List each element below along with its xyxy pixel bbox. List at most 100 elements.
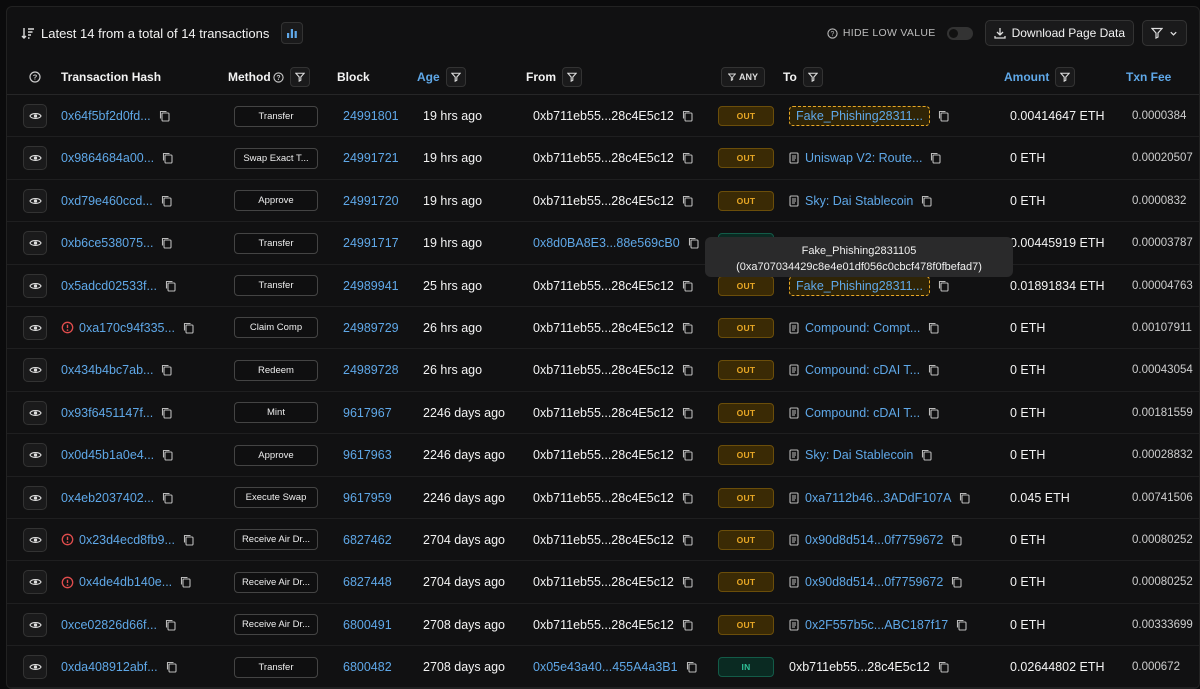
block-link[interactable]: 24991801 [343,109,399,123]
copy-icon[interactable] [951,576,962,588]
to-address[interactable]: Sky: Dai Stablecoin [805,194,913,208]
block-link[interactable]: 6827462 [343,533,392,547]
transaction-hash-link[interactable]: 0xce02826d66f... [61,618,157,632]
col-age-label[interactable]: Age [417,70,440,84]
transaction-hash-link[interactable]: 0x64f5bf2d0fd... [61,109,151,123]
copy-icon[interactable] [682,407,693,419]
view-details-button[interactable] [23,655,47,680]
to-address[interactable]: Compound: cDAI T... [805,363,920,377]
block-link[interactable]: 24991721 [343,151,399,165]
from-address[interactable]: 0xb711eb55...28c4E5c12 [533,279,674,293]
view-details-button[interactable] [23,273,47,298]
view-details-button[interactable] [23,315,47,340]
copy-icon[interactable] [159,110,170,122]
copy-icon[interactable] [183,534,194,546]
block-link[interactable]: 24989941 [343,279,399,293]
block-link[interactable]: 9617959 [343,491,392,505]
copy-icon[interactable] [682,110,693,122]
copy-icon[interactable] [161,364,173,376]
copy-icon[interactable] [951,534,962,546]
view-details-button[interactable] [23,443,47,468]
from-address[interactable]: 0xb711eb55...28c4E5c12 [533,406,674,420]
copy-icon[interactable] [921,449,932,461]
block-link[interactable]: 24991717 [343,236,399,250]
copy-icon[interactable] [183,322,194,334]
info-help-icon[interactable]: ? [29,59,41,95]
to-address[interactable]: 0x2F557b5c...ABC187f17 [805,618,948,632]
hide-low-value-toggle[interactable] [946,26,973,40]
to-address[interactable]: 0x90d8d514...0f7759672 [805,533,943,547]
copy-icon[interactable] [938,280,949,292]
view-details-button[interactable] [23,485,47,510]
to-address[interactable]: 0x90d8d514...0f7759672 [805,575,943,589]
transaction-hash-link[interactable]: 0x23d4ecd8fb9... [79,533,175,547]
from-address[interactable]: 0xb711eb55...28c4E5c12 [533,151,674,165]
block-link[interactable]: 24989729 [343,321,399,335]
to-address[interactable]: Compound: Compt... [805,321,920,335]
copy-icon[interactable] [682,152,693,164]
from-filter-button[interactable] [562,67,582,87]
sort-icon[interactable] [21,27,35,39]
chart-view-button[interactable] [281,22,304,44]
view-details-button[interactable] [23,231,47,256]
to-address[interactable]: 0xb711eb55...28c4E5c12 [789,660,930,674]
transaction-hash-link[interactable]: 0x9864684a00... [61,151,154,165]
block-link[interactable]: 9617963 [343,448,392,462]
from-address[interactable]: 0xb711eb55...28c4E5c12 [533,448,674,462]
col-amount[interactable]: Amount [1004,59,1076,95]
to-address[interactable]: Fake_Phishing28311... [789,275,930,296]
transaction-hash-link[interactable]: 0x4eb2037402... [61,491,154,505]
copy-icon[interactable] [688,237,699,249]
to-filter-button[interactable] [802,67,823,87]
transaction-hash-link[interactable]: 0xa170c94f335... [79,321,175,335]
filter-menu-button[interactable] [1142,20,1187,46]
copy-icon[interactable] [161,407,172,419]
copy-icon[interactable] [938,110,949,122]
transaction-hash-link[interactable]: 0x0d45b1a0e4... [61,448,154,462]
view-details-button[interactable] [23,358,47,383]
transaction-hash-link[interactable]: 0xd79e460ccd... [61,194,153,208]
from-address[interactable]: 0xb711eb55...28c4E5c12 [533,491,674,505]
from-address[interactable]: 0xb711eb55...28c4E5c12 [533,363,674,377]
copy-icon[interactable] [956,619,967,631]
col-age[interactable]: Age [417,59,466,95]
copy-icon[interactable] [682,322,693,334]
copy-icon[interactable] [682,534,693,546]
transaction-hash-link[interactable]: 0xda408912abf... [61,660,158,674]
copy-icon[interactable] [682,280,693,292]
help-icon[interactable]: ? [273,71,284,83]
copy-icon[interactable] [686,661,697,673]
transaction-hash-link[interactable]: 0x4de4db140e... [79,575,172,589]
to-address[interactable]: Sky: Dai Stablecoin [805,448,913,462]
copy-icon[interactable] [165,280,176,292]
copy-icon[interactable] [162,152,173,164]
age-filter-button[interactable] [445,67,466,87]
to-address[interactable]: Uniswap V2: Route... [805,151,922,165]
view-details-button[interactable] [23,570,47,595]
copy-icon[interactable] [682,619,693,631]
col-amount-label[interactable]: Amount [1004,70,1049,84]
download-page-data-button[interactable]: Download Page Data [984,20,1134,46]
transaction-hash-link[interactable]: 0x434b4bc7ab... [61,363,153,377]
from-address[interactable]: 0xb711eb55...28c4E5c12 [533,321,674,335]
copy-icon[interactable] [165,619,176,631]
col-txn-fee[interactable]: Txn Fee [1126,59,1171,95]
from-address[interactable]: 0xb711eb55...28c4E5c12 [533,618,674,632]
copy-icon[interactable] [682,364,693,376]
copy-icon[interactable] [928,407,939,419]
block-link[interactable]: 24989728 [343,363,399,377]
copy-icon[interactable] [180,576,191,588]
block-link[interactable]: 9617967 [343,406,392,420]
copy-icon[interactable] [959,492,970,504]
copy-icon[interactable] [928,322,939,334]
from-address[interactable]: 0xb711eb55...28c4E5c12 [533,194,674,208]
from-address[interactable]: 0xb711eb55...28c4E5c12 [533,533,674,547]
copy-icon[interactable] [682,195,693,207]
copy-icon[interactable] [166,661,177,673]
copy-icon[interactable] [682,576,693,588]
copy-icon[interactable] [161,237,173,249]
copy-icon[interactable] [921,195,932,207]
copy-icon[interactable] [162,449,173,461]
block-link[interactable]: 24991720 [343,194,399,208]
from-address[interactable]: 0xb711eb55...28c4E5c12 [533,575,674,589]
